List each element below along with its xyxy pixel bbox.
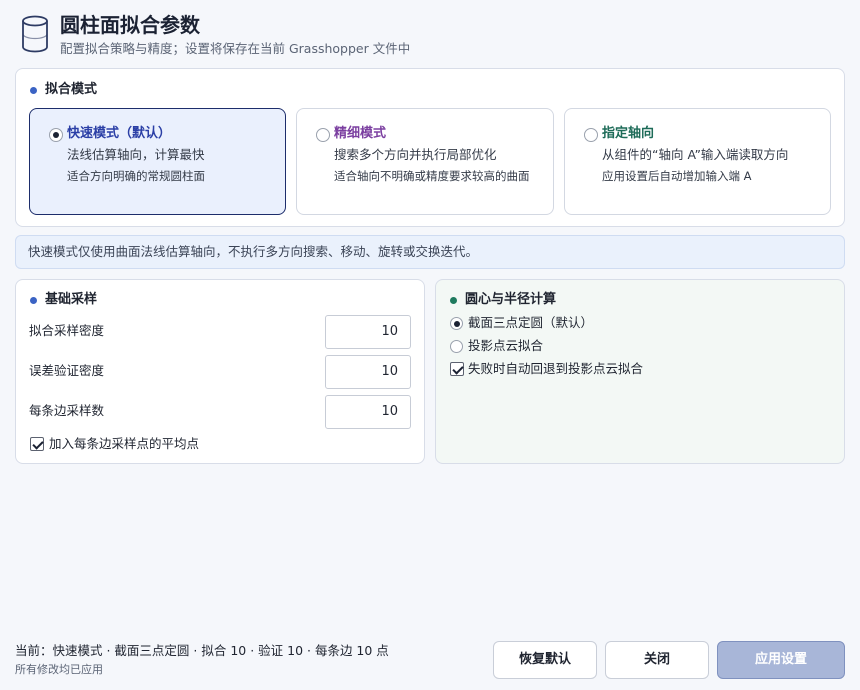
avg-point-label: 加入每条边采样点的平均点 [49,436,200,451]
sampling-panel: 基础采样 拟合采样密度 10 误差验证密度 10 每条边采样数 10 加入每条边… [15,279,425,464]
mode-fast-hint: 适合方向明确的常规圆柱面 [67,169,205,183]
fit-mode-dot [30,87,37,94]
three-point-label: 截面三点定圆（默认） [468,315,594,330]
mode-info-banner: 快速模式仅使用曲面法线估算轴向，不执行多方向搜索、移动、旋转或交换迭代。 [15,235,845,269]
mode-axis-hint: 应用设置后自动增加输入端 A [602,169,752,183]
verify-density-input[interactable]: 10 [325,355,411,389]
cylinder-icon [22,15,48,53]
center-radius-panel: 圆心与半径计算 截面三点定圆（默认） 投影点云拟合 失败时自动回退到投影点云拟合 [435,279,845,464]
sampling-dot [30,297,37,304]
mode-card-axis[interactable]: 指定轴向 从组件的“轴向 A”输入端读取方向 应用设置后自动增加输入端 A [564,108,831,215]
mode-card-fast[interactable]: 快速模式（默认） 法线估算轴向，计算最快 适合方向明确的常规圆柱面 [29,108,286,215]
verify-density-label: 误差验证密度 [29,363,105,378]
mode-card-fine[interactable]: 精细模式 搜索多个方向并执行局部优化 适合轴向不明确或精度要求较高的曲面 [296,108,554,215]
dialog-subtitle: 配置拟合策略与精度；设置将保存在当前 Grasshopper 文件中 [60,41,411,56]
current-status: 当前：快速模式 · 截面三点定圆 · 拟合 10 · 验证 10 · 每条边 1… [15,643,389,658]
mode-fine-name: 精细模式 [334,126,387,141]
fit-density-input[interactable]: 10 [325,315,411,349]
dialog-header: 圆柱面拟合参数 配置拟合策略与精度；设置将保存在当前 Grasshopper 文… [20,12,840,58]
mode-fast-radio[interactable] [49,128,63,142]
dialog-title: 圆柱面拟合参数 [60,13,200,37]
point-cloud-label: 投影点云拟合 [468,338,544,353]
point-cloud-radio[interactable] [450,340,463,353]
mode-fast-name: 快速模式（默认） [67,126,172,141]
avg-point-checkbox[interactable] [30,437,44,451]
apply-state-note: 所有修改均已应用 [15,663,103,676]
reset-defaults-button[interactable]: 恢复默认 [493,641,597,679]
fit-density-label: 拟合采样密度 [29,323,105,338]
center-title: 圆心与半径计算 [465,292,557,307]
edge-samples-input[interactable]: 10 [325,395,411,429]
edge-samples-label: 每条边采样数 [29,403,105,418]
center-dot [450,297,457,304]
fallback-label: 失败时自动回退到投影点云拟合 [468,361,644,376]
three-point-radio[interactable] [450,317,463,330]
apply-settings-button[interactable]: 应用设置 [717,641,845,679]
fit-mode-title: 拟合模式 [45,82,98,97]
mode-fine-desc: 搜索多个方向并执行局部优化 [334,147,497,162]
fit-mode-panel: 拟合模式 快速模式（默认） 法线估算轴向，计算最快 适合方向明确的常规圆柱面 精… [15,68,845,227]
mode-fine-hint: 适合轴向不明确或精度要求较高的曲面 [334,169,530,183]
close-button[interactable]: 关闭 [605,641,709,679]
mode-fast-desc: 法线估算轴向，计算最快 [67,147,205,162]
fallback-checkbox[interactable] [450,362,464,376]
mode-axis-radio[interactable] [584,128,598,142]
mode-axis-name: 指定轴向 [602,126,655,141]
mode-axis-desc: 从组件的“轴向 A”输入端读取方向 [602,147,789,162]
sampling-title: 基础采样 [45,292,98,307]
mode-fine-radio[interactable] [316,128,330,142]
